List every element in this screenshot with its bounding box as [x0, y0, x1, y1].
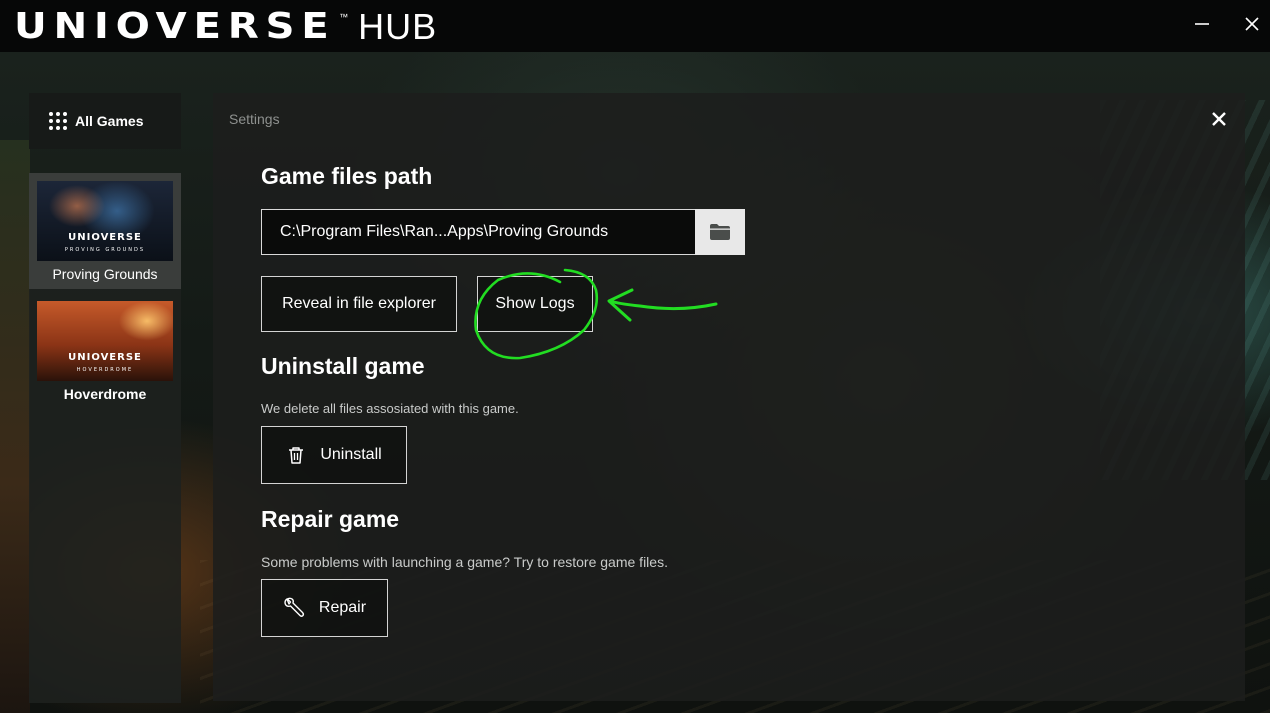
repair-label: Repair [318, 599, 367, 616]
background-left-edge [0, 140, 30, 713]
uninstall-label: Uninstall [320, 446, 382, 463]
game-thumbnail: UNIOVERSE HOVERDROME [37, 301, 173, 381]
app-logo: UNIOVERSE ™ HUB [14, 6, 438, 47]
game-card-proving-grounds[interactable]: UNIOVERSE PROVING GROUNDS Proving Ground… [29, 173, 181, 289]
repair-heading: Repair game [261, 506, 400, 532]
brand-wordmark: UNIOVERSE [14, 6, 336, 47]
settings-close-button[interactable] [1209, 109, 1229, 129]
game-title: Hoverdrome [63, 386, 147, 402]
game-title: Proving Grounds [52, 266, 158, 282]
trademark-symbol: ™ [339, 12, 349, 22]
folder-icon [710, 224, 730, 240]
game-card-hoverdrome[interactable]: UNIOVERSE HOVERDROME Hoverdrome [29, 293, 181, 405]
uninstall-heading: Uninstall game [261, 353, 425, 379]
game-thumbnail: UNIOVERSE PROVING GROUNDS [37, 181, 173, 261]
uninstall-description: We delete all files assosiated with this… [261, 401, 519, 416]
game-files-heading: Game files path [261, 163, 433, 189]
thumbnail-logo: UNIOVERSE PROVING GROUNDS [64, 232, 146, 254]
minimize-icon [1195, 23, 1209, 25]
all-games-label: All Games [75, 113, 144, 129]
browse-folder-button[interactable] [695, 209, 745, 255]
window-close-button[interactable] [1240, 12, 1264, 36]
all-games-button[interactable]: All Games [29, 93, 181, 149]
trash-icon [286, 445, 306, 465]
unioverse-hub-window: UNIOVERSE ™ HUB All Games UNIOVERSE PROV… [0, 0, 1270, 713]
reveal-in-explorer-button[interactable]: Reveal in file explorer [261, 276, 457, 332]
title-bar: UNIOVERSE ™ HUB [0, 0, 1270, 52]
repair-button[interactable]: Repair [261, 579, 388, 637]
close-icon [1245, 17, 1259, 31]
minimize-button[interactable] [1190, 12, 1214, 36]
close-icon [1212, 112, 1226, 126]
game-path-field[interactable]: C:\Program Files\Ran...Apps\Proving Grou… [261, 209, 695, 255]
hub-label: HUB [358, 6, 438, 47]
uninstall-button[interactable]: Uninstall [261, 426, 407, 484]
wrench-icon [283, 597, 305, 619]
show-logs-button[interactable]: Show Logs [477, 276, 593, 332]
panel-title: Settings [229, 111, 280, 127]
settings-panel: Settings Game files path C:\Program File… [213, 93, 1245, 701]
game-list: UNIOVERSE PROVING GROUNDS Proving Ground… [29, 173, 181, 703]
repair-description: Some problems with launching a game? Try… [261, 554, 668, 570]
grid-dots-icon [49, 112, 67, 130]
thumbnail-logo: UNIOVERSE HOVERDROME [68, 352, 142, 374]
